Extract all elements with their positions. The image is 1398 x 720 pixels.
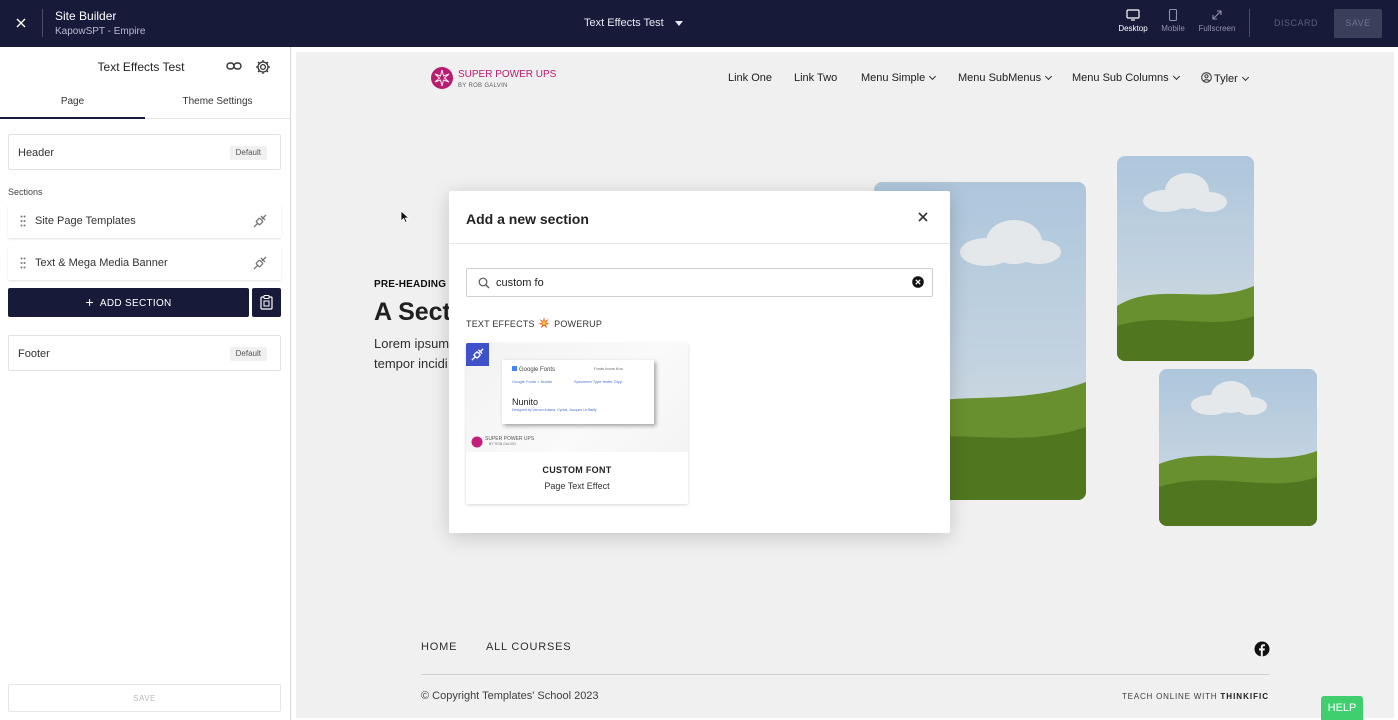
help-button[interactable]: HELP [1321,696,1363,720]
starburst-logo-icon [471,436,483,448]
google-fonts-text: Google Fonts [519,367,556,373]
device-fullscreen-button[interactable]: Fullscreen [1197,9,1237,33]
category-suffix: POWERUP [554,319,603,329]
save-button[interactable]: SAVE [1334,9,1382,38]
status-badge: Default [229,146,267,160]
caret-down-icon[interactable] [675,21,683,26]
paste-section-button[interactable] [252,288,281,317]
clipboard-icon [260,295,273,310]
drag-handle-icon[interactable] [20,257,26,269]
mini-logo-by: BY ROB GALVIN [489,442,516,446]
close-icon[interactable] [917,211,929,223]
app-subtitle: KapowSPT - Empire [55,26,146,37]
desktop-icon [1126,9,1140,21]
result-description: Page Text Effect [544,481,610,491]
sections-heading: Sections [8,187,43,197]
powerup-plug-icon [253,256,267,270]
explosion-icon [538,317,551,329]
section-item[interactable]: Site Page Templates [8,205,281,238]
gear-icon[interactable] [255,59,271,75]
preview-designer: Designed by Vernon Adams, Cyreal, Jacque… [512,408,597,412]
device-mobile-label: Mobile [1161,24,1185,33]
search-icon [478,277,490,289]
top-bar: Site Builder KapowSPT - Empire Text Effe… [0,0,1398,47]
preview-font-name: Nunito [512,397,539,407]
tab-theme-settings[interactable]: Theme Settings [145,87,290,119]
google-fonts-icon [512,366,517,371]
section-item-label: Site Page Templates [35,215,136,227]
footer-card[interactable]: Footer Default [8,335,281,371]
google-fonts-preview: Google Fonts Fonts Icons Kno Google Font… [502,360,654,424]
device-desktop-label: Desktop [1118,24,1148,33]
plus-icon: + [85,294,94,310]
device-desktop-button[interactable]: Desktop [1113,9,1153,33]
result-thumbnail: Google Fonts Fonts Icons Kno Google Font… [466,343,688,452]
modal-title: Add a new section [466,211,589,227]
category-heading: TEXT EFFECTS POWERUP [466,317,602,329]
google-fonts-logo: Google Fonts [512,366,555,373]
preview-breadcrumb: Google Fonts > Nunito [512,379,553,384]
clear-search-icon[interactable] [912,276,924,288]
category-name: TEXT EFFECTS [466,319,535,329]
add-section-button[interactable]: + ADD SECTION [8,288,249,317]
drag-handle-icon[interactable] [20,215,26,227]
divider [1249,9,1250,37]
discard-button[interactable]: DISCARD [1274,18,1318,28]
mouse-cursor-icon [400,210,410,224]
mini-logo: SUPER POWER UPS BY ROB GALVIN [471,435,534,453]
header-card-label: Header [18,147,55,159]
powerup-plug-icon [253,214,267,228]
tab-page[interactable]: Page [0,87,145,119]
section-result-card[interactable]: Google Fonts Fonts Icons Kno Google Font… [466,343,688,504]
section-item[interactable]: Text & Mega Media Banner [8,247,281,280]
powerup-badge [466,343,489,366]
mobile-icon [1168,9,1178,21]
app-title: Site Builder [55,9,117,23]
fullscreen-icon [1212,10,1222,20]
sidebar-tabs: Page Theme Settings [0,87,290,119]
sidebar: Text Effects Test Page Theme Settings He… [0,47,291,720]
search-input[interactable] [496,275,896,291]
powerup-plug-icon [471,348,484,361]
add-section-modal: Add a new section TEXT EFFECTS POWERUP G… [449,191,950,533]
add-section-label: ADD SECTION [99,298,172,309]
header-card[interactable]: Header Default [8,134,281,170]
footer-card-label: Footer [18,348,50,360]
preview-tabs: Specimen Type tester Glyp [574,379,622,384]
close-icon[interactable] [13,15,29,31]
preview-header-links: Fonts Icons Kno [594,366,623,371]
sidebar-save-button[interactable]: SAVE [8,684,281,712]
link-icon[interactable] [226,60,242,72]
divider [42,9,43,37]
divider [449,243,950,244]
result-title: CUSTOM FONT [542,465,612,475]
device-fullscreen-label: Fullscreen [1198,24,1236,33]
status-badge: Default [229,347,267,361]
device-mobile-button[interactable]: Mobile [1153,9,1193,33]
search-field[interactable] [466,268,933,297]
section-item-label: Text & Mega Media Banner [35,257,168,269]
page-select[interactable]: Text Effects Test [584,17,664,29]
